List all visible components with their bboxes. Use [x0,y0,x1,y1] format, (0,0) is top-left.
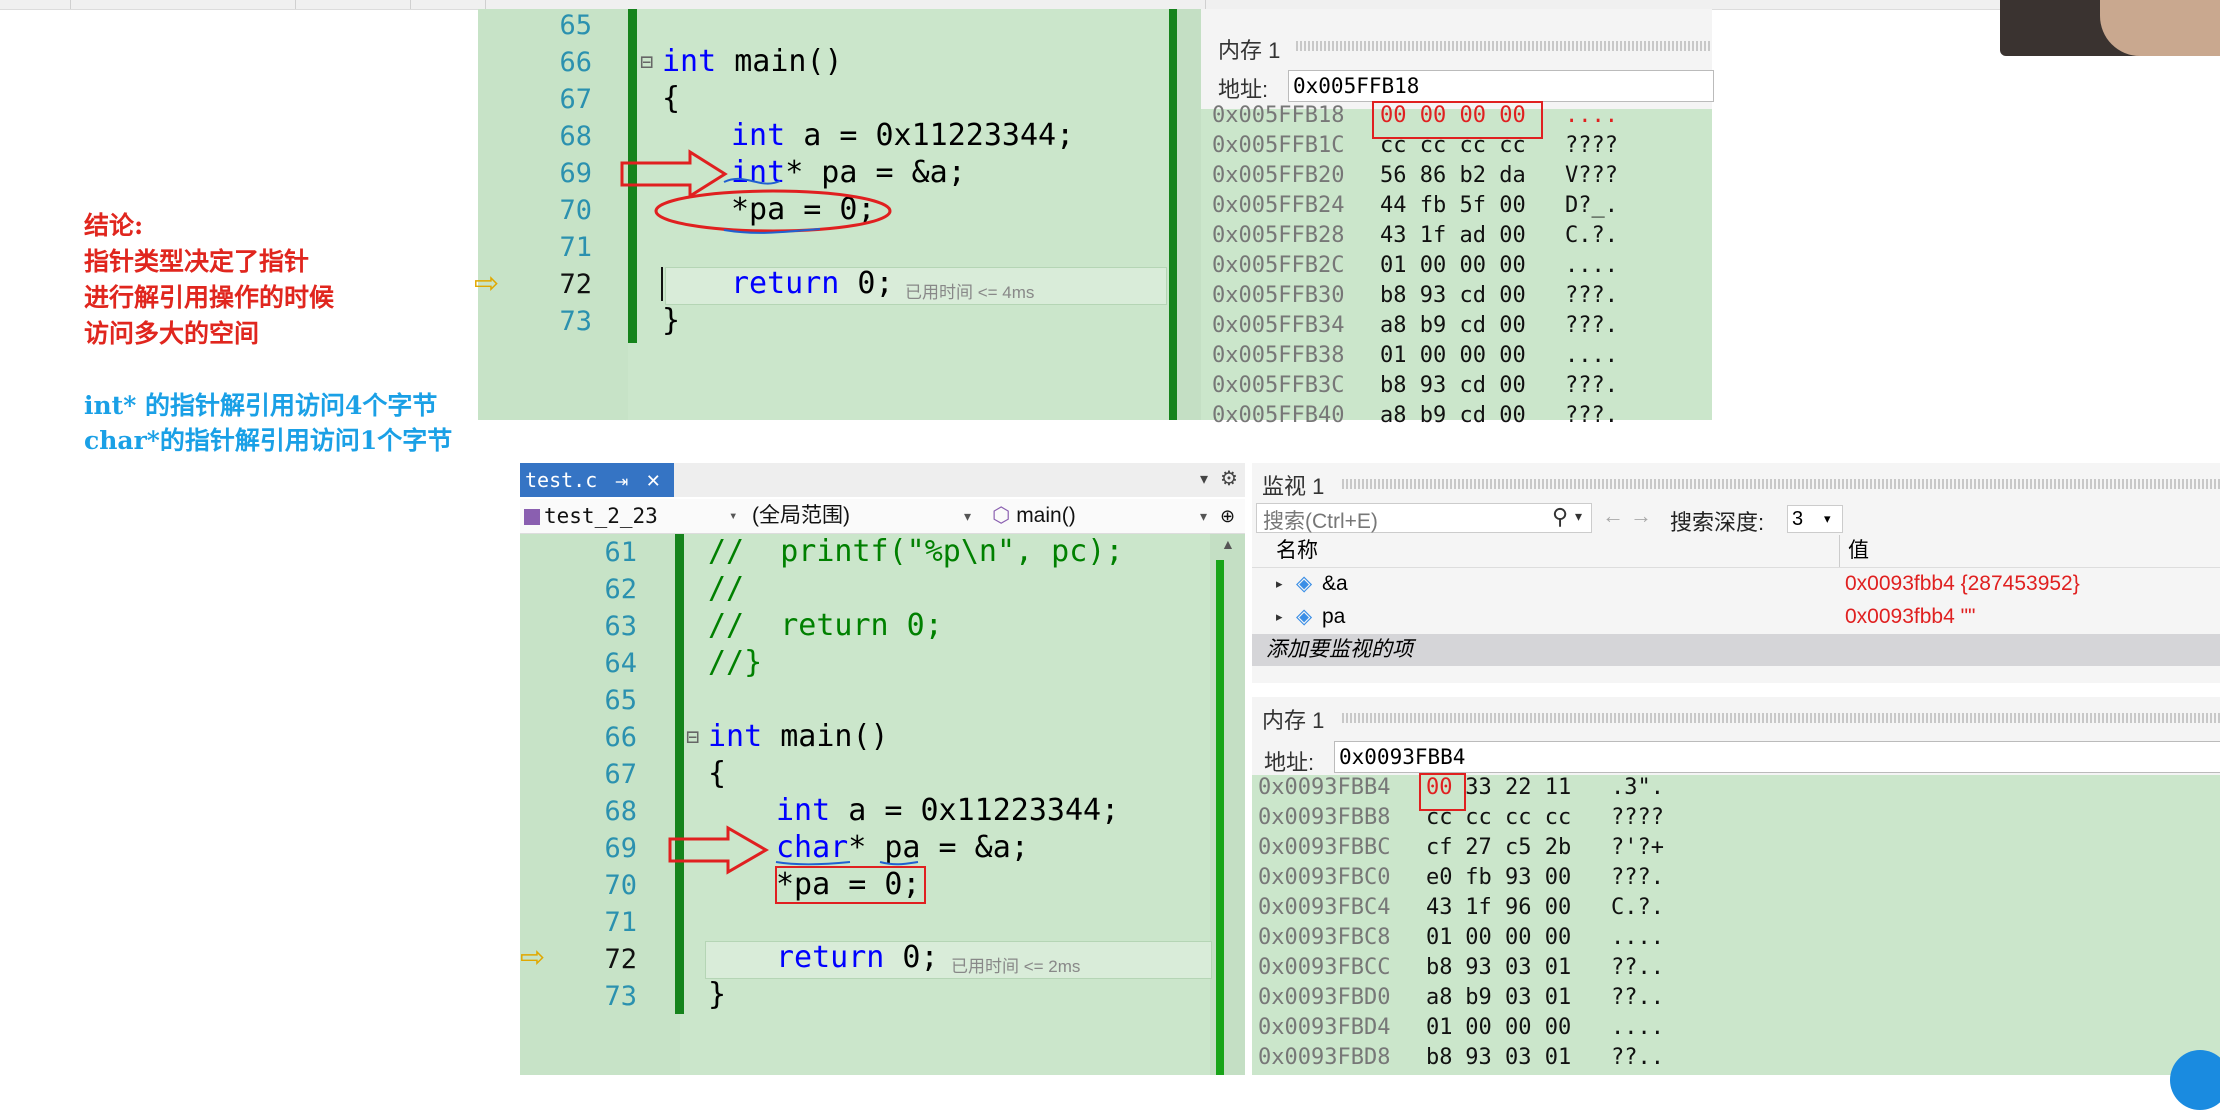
watch-item-row[interactable]: ▸ ◈ &a 0x0093fbb4 {287453952} [1252,568,2220,600]
memory-address: 0x0093FBBC [1258,835,1391,860]
memory-byte: cf [1426,835,1453,860]
memory-row[interactable]: 0x0093FBD4 01 00 00 00.... [1258,1015,2158,1045]
floating-hand-icon[interactable] [2170,1050,2220,1110]
watch-item-value: 0x0093fbb4 {287453952} [1845,572,2080,595]
blue-underline-stroke [775,861,851,866]
title-grip [1342,713,2220,723]
watch-variable-icon: ◈ [1296,572,1313,595]
back-arrow-icon[interactable]: ← [1602,503,1624,529]
watch-panel[interactable]: 监视 1 搜索(Ctrl+E) ⚲ ▾ ← → 搜索深度: 3 ▾ 名称 值 ▸… [1252,463,2220,683]
search-depth-select[interactable]: 3 ▾ [1787,505,1843,533]
memory-ascii: ?'?+ [1611,835,1664,860]
watch-variable-icon: ◈ [1296,605,1313,628]
memory-address: 0x0093FBCC [1258,955,1391,980]
chevron-down-icon: ▾ [1824,511,1831,526]
memory-row[interactable]: 0x0093FBC0 e0 fb 93 00???. [1258,865,2158,895]
memory-address: 0x0093FBC4 [1258,895,1391,920]
watch-panel-title: 监视 1 [1262,474,1325,499]
expand-icon[interactable]: ▸ [1276,568,1283,600]
address-field[interactable]: 0x0093FBB4 [1334,741,2220,773]
address-label: 地址: [1264,750,1315,775]
memory-bytes: 00 00 00 [1452,925,1572,950]
memory-bytes: cc cc cc [1452,805,1572,830]
memory-row[interactable]: 0x0093FBB4 00 33 22 11.3". [1258,775,2158,805]
search-icon[interactable]: ⚲ [1552,504,1568,530]
watch-item-row[interactable]: ▸ ◈ pa 0x0093fbb4 "" [1252,601,2220,633]
add-watch-label: 添加要监视的项 [1266,638,1413,661]
search-placeholder: 搜索(Ctrl+E) [1263,510,1378,533]
add-watch-row[interactable]: 添加要监视的项 [1252,634,2220,666]
memory-address: 0x0093FBC0 [1258,865,1391,890]
memory-bytes: fb 93 00 [1452,865,1572,890]
title-grip [1342,479,2220,489]
memory-address: 0x0093FBB4 [1258,775,1391,800]
memory-byte: b8 [1426,1045,1453,1070]
watch-item-value: 0x0093fbb4 "" [1845,605,1976,628]
memory-bytes: 33 22 11 [1452,775,1572,800]
memory-ascii: ??.. [1611,985,1664,1010]
memory-address: 0x0093FBD0 [1258,985,1391,1010]
memory-byte: 01 [1426,925,1453,950]
search-depth-label: 搜索深度: [1670,510,1765,535]
watch-item-name: &a [1322,572,1348,595]
memory-row[interactable]: 0x0093FBC8 01 00 00 00.... [1258,925,2158,955]
search-depth-value: 3 [1792,508,1804,530]
red-box-annotation [775,866,926,904]
memory-bytes: b9 03 01 [1452,985,1572,1010]
memory-byte: 43 [1426,895,1453,920]
memory-ascii: ??.. [1611,955,1664,980]
memory-bytes: 00 00 00 [1452,1015,1572,1040]
memory-ascii: .... [1611,925,1664,950]
memory-row[interactable]: 0x0093FBCC b8 93 03 01??.. [1258,955,2158,985]
red-arrow-annotation [668,825,769,875]
memory-row[interactable]: 0x0093FBB8 cc cc cc cc???? [1258,805,2158,835]
red-box-annotation [1419,773,1466,811]
memory-byte: e0 [1426,865,1453,890]
memory-row[interactable]: 0x0093FBC4 43 1f 96 00 C.?. [1258,895,2158,925]
memory-bytes: 93 03 01 [1452,955,1572,980]
memory-address: 0x0093FBD4 [1258,1015,1391,1040]
memory-bytes: 1f 96 00 [1452,895,1572,920]
memory-bytes: 27 c5 2b [1452,835,1572,860]
memory-panel-title: 内存 1 [1262,708,1325,733]
memory-ascii: .3". [1611,775,1664,800]
memory-bytes: 93 03 01 [1452,1045,1572,1070]
memory-ascii: .... [1611,1015,1664,1040]
memory-row[interactable]: 0x0093FBBC cf 27 c5 2b ?'?+ [1258,835,2158,865]
column-header-value[interactable]: 值 [1848,535,1869,567]
expand-icon[interactable]: ▸ [1276,601,1283,633]
memory-row[interactable]: 0x0093FBD0 a8 b9 03 01??.. [1258,985,2158,1015]
watch-header-row: 名称 值 [1252,535,2220,568]
memory-address: 0x0093FBD8 [1258,1045,1391,1070]
memory-address: 0x0093FBB8 [1258,805,1391,830]
column-header-name[interactable]: 名称 [1276,535,1318,567]
chevron-down-icon[interactable]: ▾ [1575,508,1582,525]
memory-address: 0x0093FBC8 [1258,925,1391,950]
blue-underline-stroke [879,861,919,866]
watch-search-input[interactable]: 搜索(Ctrl+E) ⚲ ▾ [1256,503,1592,533]
memory-byte: b8 [1426,955,1453,980]
memory-ascii: ???? [1611,805,1664,830]
forward-arrow-icon[interactable]: → [1630,503,1652,529]
memory-byte: 01 [1426,1015,1453,1040]
watch-item-name: pa [1322,605,1346,628]
memory-ascii: C.?. [1611,895,1664,920]
memory-ascii: ??.. [1611,1045,1664,1070]
memory-byte: a8 [1426,985,1453,1010]
memory-row[interactable]: 0x0093FBD8 b8 93 03 01??.. [1258,1045,2158,1075]
memory-ascii: ???. [1611,865,1664,890]
